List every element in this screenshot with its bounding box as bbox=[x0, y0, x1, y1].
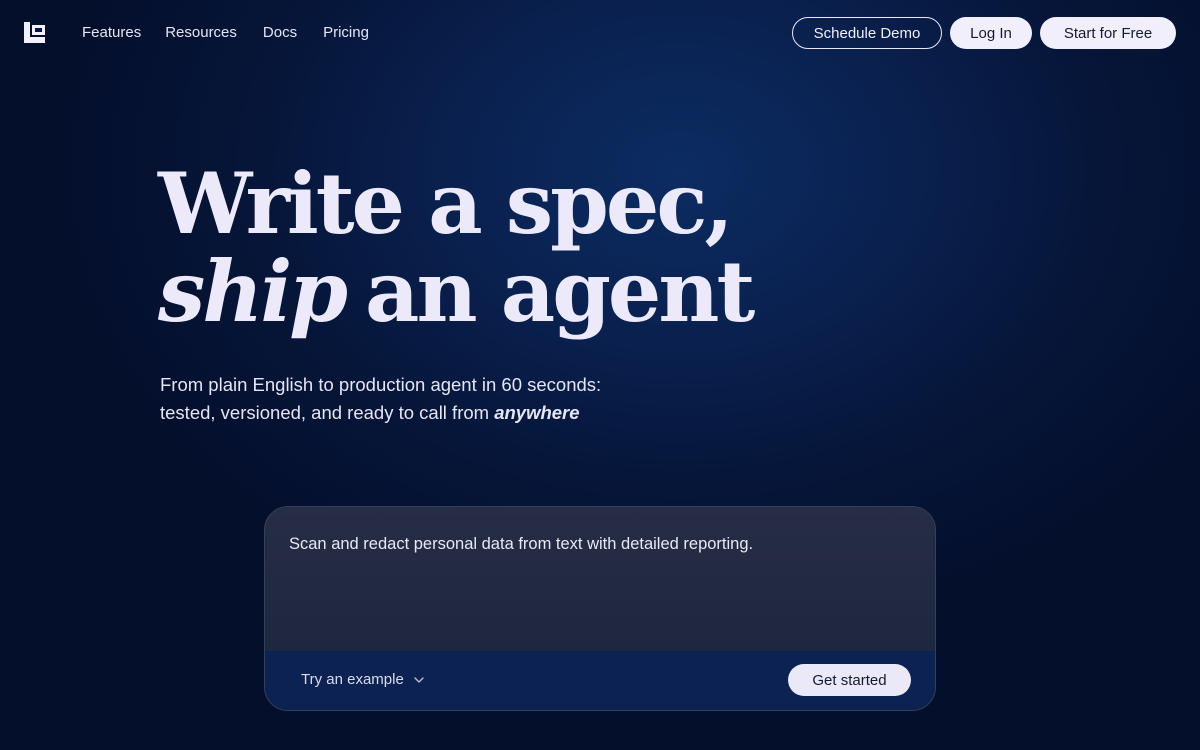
nav-link-pricing[interactable]: Pricing bbox=[323, 24, 369, 42]
top-nav: Features Resources Docs Pricing Schedule… bbox=[0, 0, 1200, 66]
prompt-card-footer: Try an example Get started bbox=[265, 651, 935, 710]
chevron-down-icon bbox=[414, 676, 424, 683]
subtitle-line-2: tested, versioned, and ready to call fro… bbox=[160, 402, 490, 423]
get-started-button[interactable]: Get started bbox=[788, 664, 911, 696]
hero-title-rest: an agent bbox=[365, 242, 755, 341]
prompt-input-text[interactable]: Scan and redact personal data from text … bbox=[289, 534, 909, 554]
hero-title-line-2: ship an agent bbox=[158, 250, 755, 334]
subtitle-line-1: From plain English to production agent i… bbox=[160, 374, 602, 395]
try-example-label: Try an example bbox=[301, 671, 404, 688]
hero-title-line-1: Write a spec, bbox=[158, 154, 734, 253]
try-example-dropdown[interactable]: Try an example bbox=[301, 671, 425, 688]
prompt-input-area[interactable]: Scan and redact personal data from text … bbox=[265, 507, 935, 651]
log-in-button[interactable]: Log In bbox=[950, 17, 1032, 49]
prompt-card: Scan and redact personal data from text … bbox=[264, 506, 936, 711]
nav-links: Features Resources Docs Pricing bbox=[82, 24, 393, 42]
nav-link-docs[interactable]: Docs bbox=[263, 24, 297, 42]
nav-link-resources[interactable]: Resources bbox=[165, 24, 237, 42]
nav-link-features[interactable]: Features bbox=[82, 24, 141, 42]
hero-title-emphasis: ship bbox=[158, 242, 348, 341]
start-for-free-button[interactable]: Start for Free bbox=[1040, 17, 1176, 49]
schedule-demo-button[interactable]: Schedule Demo bbox=[792, 17, 942, 49]
subtitle-emphasis: anywhere bbox=[494, 402, 580, 423]
hero-subtitle: From plain English to production agent i… bbox=[160, 371, 680, 427]
brand-logo-icon[interactable] bbox=[24, 22, 45, 43]
